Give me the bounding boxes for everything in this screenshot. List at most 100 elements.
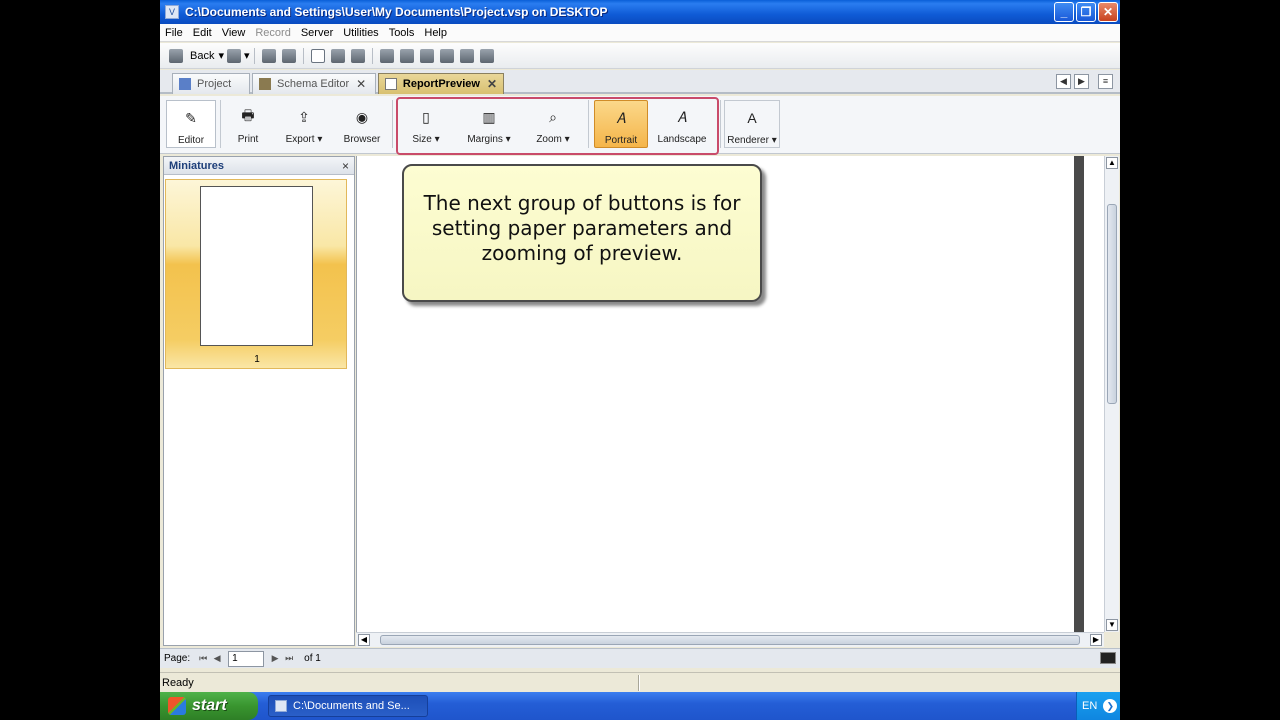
page-edge [1074,156,1084,632]
menu-help[interactable]: Help [419,27,452,39]
maximize-button[interactable]: ❐ [1076,2,1096,22]
menu-file[interactable]: File [160,27,188,39]
previous-page-icon[interactable]: ◀ [210,653,224,664]
tab-report-preview[interactable]: ReportPreview ✕ [378,73,504,94]
tray-arrow-icon[interactable]: ❯ [1103,699,1118,713]
menu-record[interactable]: Record [250,27,295,39]
editor-label: Editor [177,135,205,146]
system-tray: EN ❯ [1076,692,1120,720]
tool-icon[interactable] [379,48,394,63]
miniatures-panel: Miniatures × 1 [163,156,355,646]
tab-label: Project [197,78,232,90]
close-icon[interactable]: × [342,159,349,173]
first-page-icon[interactable]: ⏮ [196,653,210,664]
scroll-up-button[interactable]: ▲ [1106,157,1118,169]
tab-scroll-right-button[interactable]: ▶ [1074,74,1089,89]
back-label: Back [190,49,215,62]
language-indicator[interactable]: EN [1082,700,1097,712]
start-button[interactable]: start [160,692,258,720]
app-icon [275,700,287,712]
vertical-scrollbar[interactable]: ▲ ▼ [1104,156,1119,632]
menu-tools[interactable]: Tools [384,27,420,39]
margins-button[interactable]: ▥ Margins ▾ [462,100,516,148]
taskbar-window-button[interactable]: C:\Documents and Se... [268,695,428,717]
close-button[interactable]: ✕ [1098,2,1118,22]
renderer-button[interactable]: A Renderer ▾ [724,100,780,148]
scroll-left-button[interactable]: ◀ [358,634,370,646]
forward-icon[interactable] [227,48,241,63]
callout-text: The next group of buttons is for setting… [423,190,741,265]
minimize-button[interactable]: _ [1054,2,1074,22]
menu-edit[interactable]: Edit [188,27,217,39]
browser-icon: ◉ [355,108,369,125]
status-text: Ready [162,676,194,689]
zoom-button[interactable]: ⌕ Zoom ▾ [528,100,578,148]
renderer-label: Renderer ▾ [727,135,777,146]
tutorial-callout: The next group of buttons is for setting… [402,164,762,302]
browser-button[interactable]: ◉ Browser [338,100,386,148]
vertical-scroll-thumb[interactable] [1107,204,1117,404]
thumbnail-page-number: 1 [254,354,260,365]
tab-scroll-left-button[interactable]: ◀ [1056,74,1071,89]
tab-label: ReportPreview [402,78,480,90]
horizontal-scrollbar[interactable]: ◀ ▶ [356,632,1104,647]
zoom-label: Zoom ▾ [536,134,570,145]
tool-icon[interactable] [479,48,494,63]
group-divider [392,100,393,148]
tool-icon[interactable] [419,48,434,63]
scroll-down-button[interactable]: ▼ [1106,619,1118,631]
application-window: V C:\Documents and Settings\User\My Docu… [160,0,1120,720]
editor-button[interactable]: ✎ Editor [166,100,216,148]
chevron-down-icon[interactable]: ▾ [244,49,250,62]
toolbar: Back ▾ ▾ [160,43,1120,69]
size-label: Size ▾ [412,134,440,145]
tool-icon[interactable] [459,48,474,63]
export-button[interactable]: ⇪ Export ▾ [278,100,330,148]
page-number-input[interactable]: 1 [228,650,265,667]
fit-page-icon[interactable] [1100,652,1116,664]
tool-icon[interactable] [399,48,414,63]
margins-label: Margins ▾ [467,134,511,145]
next-page-icon[interactable]: ▶ [268,653,282,664]
pencil-ruler-icon: ✎ [185,109,197,126]
page-thumbnail[interactable]: 1 [165,179,347,369]
back-arrow-icon [169,48,183,63]
group-divider [220,100,221,148]
menu-server[interactable]: Server [296,27,338,39]
tool-icon[interactable] [439,48,454,63]
open-folder-icon[interactable] [330,48,345,63]
menu-utilities[interactable]: Utilities [338,27,383,39]
taskbar-window-label: C:\Documents and Se... [293,700,410,712]
toolbar-separator [371,47,373,64]
size-button[interactable]: ▯ Size ▾ [404,100,448,148]
title-bar: V C:\Documents and Settings\User\My Docu… [160,0,1120,24]
horizontal-scroll-thumb[interactable] [380,635,1080,645]
landscape-button[interactable]: 𝐴 Landscape [654,100,710,148]
page-label: Page: [164,653,191,664]
ribbon-toolbar: ✎ Editor 🖶 Print ⇪ Export ▾ ◉ Browser ▯ … [160,96,1120,154]
last-page-icon[interactable]: ⏭ [282,653,296,664]
print-button[interactable]: 🖶 Print [224,100,272,148]
new-document-icon[interactable] [310,48,325,63]
refresh-icon[interactable] [261,48,276,63]
save-icon[interactable] [281,48,296,63]
windows-flag-icon [168,697,186,715]
close-icon[interactable]: ✕ [356,77,366,91]
tab-project[interactable]: Project [172,73,250,94]
landscape-label: Landscape [657,134,707,145]
portrait-button[interactable]: 𝐴 Portrait [594,100,648,148]
export-icon: ⇪ [298,108,310,125]
close-icon[interactable]: ✕ [487,77,497,91]
page-size-icon: ▯ [422,108,430,125]
toolbar-separator [302,47,304,64]
status-bar: Ready [160,672,1120,692]
menu-view[interactable]: View [217,27,251,39]
browser-label: Browser [343,134,381,145]
tab-list-button[interactable]: ≡ [1098,74,1113,89]
save-all-icon[interactable] [350,48,365,63]
project-icon [179,78,191,90]
back-button[interactable]: Back ▾ [166,48,224,63]
tab-schema-editor[interactable]: Schema Editor ✕ [252,73,376,94]
scroll-right-button[interactable]: ▶ [1090,634,1102,646]
chevron-down-icon[interactable]: ▾ [218,49,224,62]
